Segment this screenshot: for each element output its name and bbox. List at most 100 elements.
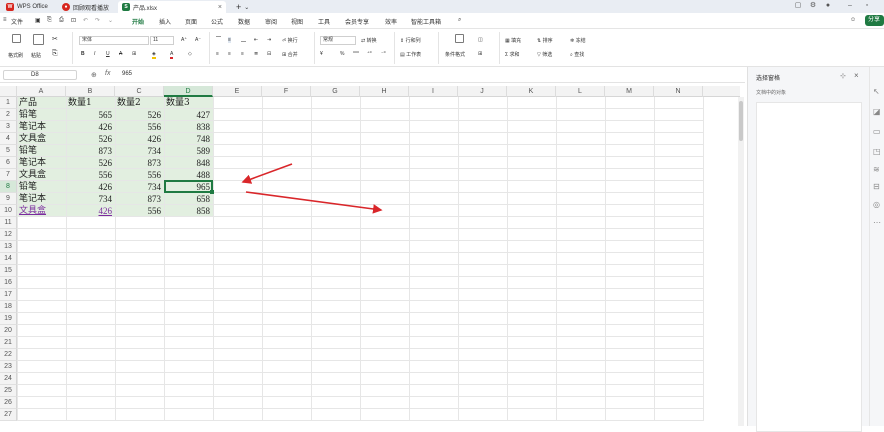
spreadsheet-grid[interactable]: ABCDEFGHIJKLMN 1 2 3 4 5 6 7 8 9 10 11 12 13 14 15 16 17… bbox=[0, 86, 740, 426]
strikethrough-icon[interactable]: A bbox=[119, 51, 122, 57]
settings-icon[interactable]: ⚙ bbox=[808, 1, 818, 11]
menu-tools[interactable]: 工具 bbox=[318, 17, 330, 26]
menu-formula[interactable]: 公式 bbox=[211, 17, 223, 26]
paste-label[interactable]: 粘贴 bbox=[31, 52, 41, 59]
decrease-font-icon[interactable]: A⁻ bbox=[195, 37, 201, 43]
font-name-select[interactable]: 宋体 bbox=[79, 36, 149, 45]
avatar[interactable]: ● bbox=[823, 1, 833, 11]
pin-icon[interactable]: ⊹ bbox=[840, 72, 846, 80]
cell-style-icon[interactable]: ◫ bbox=[478, 37, 483, 43]
quick-access-chevron-icon[interactable]: ⌄ bbox=[108, 17, 113, 24]
chevron-down-icon[interactable]: ⌄ bbox=[244, 4, 249, 11]
menu-page[interactable]: 页面 bbox=[185, 17, 197, 26]
undo-icon[interactable]: ↶ bbox=[83, 17, 88, 24]
worksheet-button[interactable]: ▤ 工作表 bbox=[400, 51, 421, 58]
number-format-select[interactable]: 常规 bbox=[320, 36, 356, 45]
bold-icon[interactable]: B bbox=[81, 51, 85, 57]
sort-button[interactable]: ⇅ 排序 bbox=[537, 37, 553, 44]
convert-button[interactable]: ⇄ 转换 bbox=[361, 37, 377, 44]
more-icon[interactable]: ⋯ bbox=[873, 218, 881, 227]
menu-data[interactable]: 数据 bbox=[238, 17, 250, 26]
indent-increase-icon[interactable]: ⇥ bbox=[267, 37, 271, 43]
property-icon[interactable]: ◳ bbox=[873, 147, 881, 156]
copy-icon[interactable]: ⎘ bbox=[52, 50, 58, 58]
menu-file[interactable]: 文件 bbox=[11, 17, 23, 26]
fill-color-icon[interactable]: ◈ bbox=[152, 51, 156, 59]
formula-input[interactable]: 965 bbox=[122, 71, 132, 77]
help-icon[interactable]: ◎ bbox=[873, 200, 880, 209]
close-icon[interactable]: × bbox=[854, 71, 859, 80]
minimize-button[interactable]: – bbox=[845, 1, 855, 11]
emoji-icon[interactable]: ☺ bbox=[850, 17, 856, 23]
tab-wps-office[interactable]: W WPS Office bbox=[2, 1, 52, 13]
justify-icon[interactable]: ≣ bbox=[254, 51, 258, 57]
name-box[interactable]: D8 bbox=[3, 70, 77, 80]
distribute-icon[interactable]: ⊟ bbox=[267, 51, 271, 57]
object-list[interactable] bbox=[756, 102, 862, 432]
book-icon[interactable]: ≋ bbox=[873, 165, 880, 174]
merge-button[interactable]: ⊞ 合并 bbox=[282, 51, 298, 58]
redo-icon[interactable]: ↷ bbox=[95, 17, 100, 24]
new-tab-button[interactable]: + ⌄ bbox=[232, 1, 253, 13]
chart-icon[interactable]: ▭ bbox=[873, 127, 881, 136]
indent-decrease-icon[interactable]: ⇤ bbox=[254, 37, 258, 43]
conditional-format-icon[interactable] bbox=[455, 34, 464, 43]
font-size-select[interactable]: 11 bbox=[150, 36, 174, 45]
font-color-icon[interactable]: A bbox=[170, 51, 174, 59]
align-top-icon[interactable]: ⎺ bbox=[216, 37, 221, 43]
style-icon[interactable]: ◪ bbox=[873, 107, 881, 116]
close-tab-icon[interactable]: × bbox=[218, 4, 222, 11]
share-button[interactable]: 分享 bbox=[865, 15, 884, 26]
scroll-thumb[interactable] bbox=[739, 101, 743, 141]
cut-icon[interactable]: ✂ bbox=[52, 35, 58, 43]
currency-icon[interactable]: ¥ bbox=[320, 51, 323, 57]
underline-icon[interactable]: U bbox=[106, 51, 110, 57]
align-bottom-icon[interactable]: ⎽ bbox=[241, 37, 246, 43]
find-button[interactable]: ⌕ 查找 bbox=[570, 51, 584, 58]
search-icon[interactable]: ⌕ bbox=[458, 17, 461, 24]
align-center-icon[interactable]: ≡ bbox=[228, 51, 231, 57]
hamburger-icon[interactable]: ≡ bbox=[3, 17, 7, 23]
format-painter-icon[interactable] bbox=[12, 34, 21, 43]
row-col-button[interactable]: ⇕ 行和列 bbox=[400, 37, 421, 44]
pane-title[interactable]: 选择窗格 bbox=[756, 73, 780, 82]
layout-icon[interactable]: ▢ bbox=[793, 1, 803, 11]
clear-format-icon[interactable]: ◇ bbox=[188, 51, 192, 57]
menu-insert[interactable]: 插入 bbox=[159, 17, 171, 26]
menu-home[interactable]: 开始 bbox=[132, 17, 145, 30]
conditional-format-label[interactable]: 条件格式 bbox=[445, 51, 465, 58]
increase-font-icon[interactable]: A⁺ bbox=[181, 37, 187, 43]
add-decimal-icon[interactable]: ⁺⁰ bbox=[367, 51, 372, 57]
wrap-text-button[interactable]: ⏎ 换行 bbox=[282, 37, 298, 44]
menu-member[interactable]: 会员专享 bbox=[345, 17, 369, 26]
zoom-icon[interactable]: ⊕ bbox=[91, 71, 97, 79]
freeze-button[interactable]: ❄ 冻结 bbox=[570, 37, 586, 44]
menu-smart-toolbox[interactable]: 智能工具箱 bbox=[411, 17, 441, 26]
menu-review[interactable]: 审阅 bbox=[265, 17, 277, 26]
paste-icon[interactable] bbox=[33, 34, 44, 45]
tab-video[interactable]: ● 回顾观看播放 bbox=[58, 1, 113, 13]
maximize-button[interactable]: ▫ bbox=[862, 1, 872, 11]
vertical-scrollbar[interactable] bbox=[738, 97, 744, 426]
thousands-icon[interactable]: ⁰⁰⁰ bbox=[353, 51, 359, 57]
tab-product-xlsx[interactable]: S 产品.xlsx × bbox=[118, 1, 226, 13]
align-left-icon[interactable]: ≡ bbox=[216, 51, 219, 57]
table-style-icon[interactable]: ⊞ bbox=[478, 51, 482, 57]
sum-button[interactable]: Σ 求和 bbox=[505, 51, 520, 58]
cursor-icon[interactable]: ↖ bbox=[873, 87, 880, 96]
italic-icon[interactable]: I bbox=[94, 51, 95, 57]
save-icon[interactable]: ▣ bbox=[35, 17, 41, 24]
menu-efficiency[interactable]: 效率 bbox=[385, 17, 397, 26]
align-middle-icon[interactable]: ≡ bbox=[228, 37, 231, 43]
export-icon[interactable]: ⎘ bbox=[47, 17, 52, 24]
fx-button[interactable]: fx bbox=[105, 70, 110, 77]
remove-decimal-icon[interactable]: ⁻⁰ bbox=[381, 51, 386, 57]
filter-button[interactable]: ▽ 筛选 bbox=[537, 51, 552, 58]
menu-view[interactable]: 视图 bbox=[291, 17, 303, 26]
format-painter-label[interactable]: 格式刷 bbox=[8, 52, 23, 59]
align-right-icon[interactable]: ≡ bbox=[241, 51, 244, 57]
print-icon[interactable]: ⎙ bbox=[59, 17, 64, 24]
grid-icon[interactable]: ⊟ bbox=[873, 182, 880, 191]
fill-button[interactable]: ▦ 填充 bbox=[505, 37, 521, 44]
border-icon[interactable]: ⊞ bbox=[132, 51, 136, 57]
